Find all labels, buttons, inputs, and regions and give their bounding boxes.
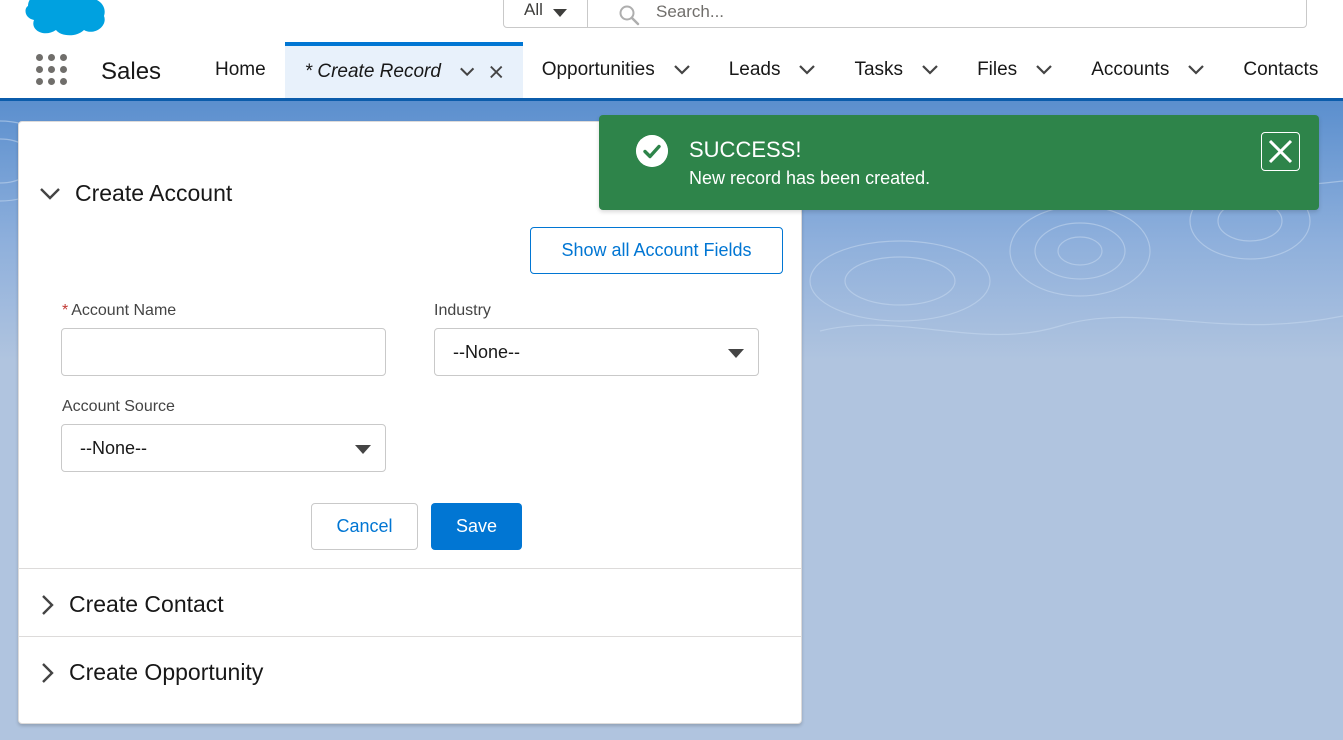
tab-contacts[interactable]: Contacts: [1224, 42, 1337, 98]
tab-label: Contacts: [1243, 59, 1319, 80]
close-icon: [1268, 139, 1293, 164]
industry-select[interactable]: --None--: [434, 328, 759, 376]
chevron-right-icon: [42, 662, 54, 683]
tab-tasks[interactable]: Tasks: [835, 42, 958, 98]
tab-label: Opportunities: [541, 59, 655, 80]
success-check-icon: [636, 135, 668, 167]
search-icon: [619, 5, 640, 26]
tab-label: Leads: [728, 59, 781, 80]
chevron-down-icon[interactable]: [673, 64, 691, 76]
tab-home[interactable]: Home: [196, 42, 285, 98]
save-button[interactable]: Save: [431, 503, 522, 550]
toast-message: New record has been created.: [689, 168, 931, 188]
tab-accounts[interactable]: Accounts: [1072, 42, 1224, 98]
account-name-input[interactable]: [61, 328, 386, 376]
chevron-down-icon[interactable]: [459, 66, 475, 78]
account-source-label: Account Source: [62, 398, 175, 415]
account-name-label-text: Account Name: [71, 302, 177, 319]
section-header-contact[interactable]: Create Contact: [39, 591, 224, 618]
search-input[interactable]: [654, 0, 1258, 27]
success-toast: SUCCESS! New record has been created.: [599, 115, 1319, 210]
tab-label: Tasks: [854, 59, 904, 80]
global-search: All: [503, 0, 1307, 28]
app-launcher-icon[interactable]: [36, 54, 70, 88]
nav-tabs: Home * Create Record Opportunities Leads…: [196, 42, 1337, 98]
search-scope-label: All: [524, 0, 543, 19]
chevron-down-icon[interactable]: [1035, 64, 1053, 76]
tab-label: Files: [977, 59, 1018, 80]
app-name: Sales: [101, 58, 162, 85]
cancel-button[interactable]: Cancel: [311, 503, 418, 550]
app-nav-bar: Sales Home * Create Record Opportunities…: [0, 42, 1343, 101]
chevron-down-icon: [552, 9, 567, 17]
toast-title: SUCCESS!: [689, 137, 802, 162]
tab-opportunities[interactable]: Opportunities: [523, 42, 710, 98]
section-header-account[interactable]: Create Account: [39, 180, 232, 207]
account-name-label: * Account Name: [62, 302, 176, 320]
tab-label: Accounts: [1091, 59, 1170, 80]
chevron-right-icon: [42, 594, 54, 615]
dropdown-arrow-icon: [355, 445, 371, 454]
tab-leads[interactable]: Leads: [710, 42, 836, 98]
industry-label: Industry: [434, 302, 491, 319]
chevron-down-icon[interactable]: [798, 64, 816, 76]
close-icon[interactable]: [489, 64, 503, 80]
required-indicator: *: [62, 302, 69, 319]
account-source-select[interactable]: --None--: [61, 424, 386, 472]
chevron-down-icon: [40, 187, 60, 200]
section-title-opportunity: Create Opportunity: [69, 659, 264, 685]
salesforce-logo[interactable]: [22, 0, 110, 36]
section-title-account: Create Account: [75, 180, 233, 206]
industry-selected-value: --None--: [453, 341, 521, 362]
tab-label: Home: [215, 59, 266, 80]
section-title-contact: Create Contact: [69, 591, 224, 617]
search-scope-dropdown[interactable]: All: [504, 0, 588, 27]
section-header-opportunity[interactable]: Create Opportunity: [39, 659, 263, 686]
account-source-selected-value: --None--: [80, 437, 148, 458]
global-header: All: [0, 0, 1343, 42]
show-all-account-fields-button[interactable]: Show all Account Fields: [530, 227, 783, 274]
create-record-card: Create Account Show all Account Fields *…: [18, 121, 802, 724]
tab-files[interactable]: Files: [958, 42, 1072, 98]
dropdown-arrow-icon: [728, 349, 744, 358]
toast-close-button[interactable]: [1261, 132, 1300, 171]
chevron-down-icon[interactable]: [921, 64, 939, 76]
section-divider: [19, 568, 801, 569]
tab-label: * Create Record: [304, 61, 441, 82]
chevron-down-icon[interactable]: [1187, 64, 1205, 76]
section-divider: [19, 636, 801, 637]
tab-create-record[interactable]: * Create Record: [284, 42, 523, 98]
